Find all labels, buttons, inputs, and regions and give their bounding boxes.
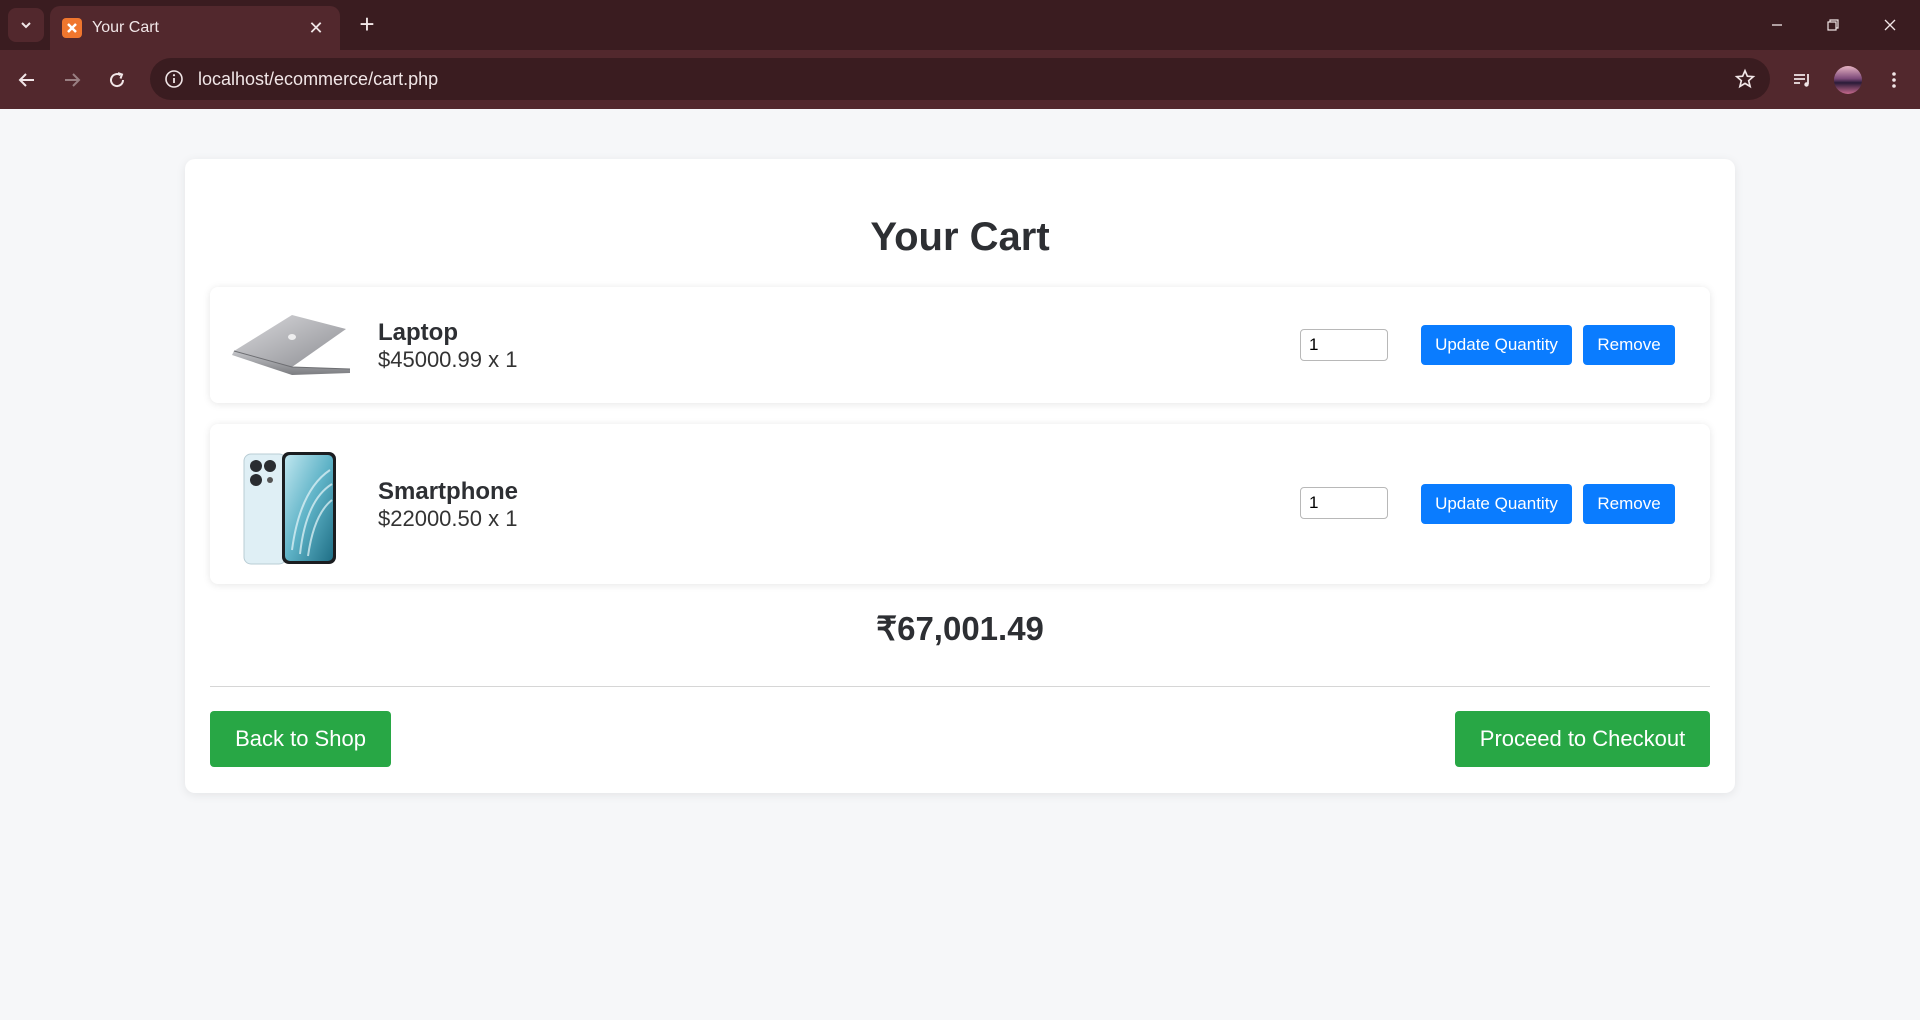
cart-item-smartphone: Smartphone $22000.50 x 1 Update Quantity… <box>210 424 1710 584</box>
item-price: $45000.99 x 1 <box>378 347 518 372</box>
update-quantity-button[interactable]: Update Quantity <box>1421 325 1572 365</box>
reload-icon[interactable] <box>101 64 133 96</box>
cart-item-laptop: Laptop $45000.99 x 1 Update Quantity Rem… <box>210 287 1710 403</box>
laptop-product-image <box>232 315 351 375</box>
close-window-icon[interactable] <box>1870 10 1910 40</box>
media-control-icon[interactable] <box>1786 64 1818 96</box>
more-vert-icon[interactable] <box>1878 64 1910 96</box>
forward-icon[interactable] <box>56 64 88 96</box>
item-price: $22000.50 x 1 <box>378 506 518 531</box>
tab-strip: Your Cart ✕ + <box>0 0 1920 50</box>
item-name: Smartphone <box>378 478 519 505</box>
tab-title: Your Cart <box>92 19 159 36</box>
smartphone-product-image <box>243 452 336 565</box>
back-icon[interactable] <box>11 64 43 96</box>
proceed-to-checkout-button[interactable]: Proceed to Checkout <box>1455 711 1710 767</box>
remove-button[interactable]: Remove <box>1583 325 1675 365</box>
chevron-down-icon <box>21 22 31 29</box>
divider <box>210 686 1710 687</box>
url-text[interactable]: localhost/ecommerce/cart.php <box>198 69 1734 90</box>
tab-search-button[interactable] <box>8 8 44 42</box>
update-quantity-button[interactable]: Update Quantity <box>1421 484 1572 524</box>
close-icon[interactable]: ✕ <box>304 18 328 39</box>
item-name: Laptop <box>378 319 458 346</box>
info-icon[interactable] <box>164 69 184 89</box>
star-icon[interactable] <box>1734 68 1756 90</box>
quantity-input[interactable] <box>1300 487 1388 519</box>
quantity-input[interactable] <box>1300 329 1388 361</box>
page-title: Your Cart <box>870 215 1050 259</box>
address-bar[interactable]: localhost/ecommerce/cart.php <box>150 58 1770 100</box>
cart-container: Your Cart Laptop $45000.99 x 1 Update Qu… <box>185 159 1735 793</box>
cart-total: ₹67,001.49 <box>876 610 1044 647</box>
restore-icon[interactable] <box>1813 10 1853 40</box>
browser-tab-active[interactable]: Your Cart ✕ <box>50 6 340 50</box>
xampp-favicon <box>62 18 82 38</box>
plus-icon[interactable]: + <box>352 10 382 38</box>
browser-toolbar: localhost/ecommerce/cart.php <box>0 50 1920 109</box>
minimize-icon[interactable] <box>1757 10 1797 40</box>
remove-button[interactable]: Remove <box>1583 484 1675 524</box>
avatar[interactable] <box>1834 66 1862 94</box>
back-to-shop-button[interactable]: Back to Shop <box>210 711 391 767</box>
